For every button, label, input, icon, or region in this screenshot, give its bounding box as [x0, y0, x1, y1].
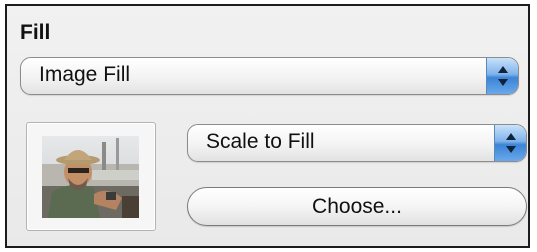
- popup-stepper-arrows-icon: [486, 58, 518, 94]
- scale-mode-popup-label: Scale to Fill: [206, 130, 315, 153]
- image-well[interactable]: [26, 122, 156, 231]
- popup-stepper-arrows-icon: [494, 125, 526, 161]
- scale-mode-popup[interactable]: Scale to Fill: [187, 124, 527, 162]
- fill-section-title: Fill: [20, 21, 51, 44]
- fill-type-popup[interactable]: Image Fill: [20, 57, 519, 95]
- choose-image-button[interactable]: Choose...: [187, 187, 527, 226]
- fill-type-popup-label: Image Fill: [39, 63, 131, 86]
- fill-panel: Fill Image Fill Scale to Fill Choose...: [5, 4, 530, 248]
- photo-thumbnail-icon: [42, 136, 139, 218]
